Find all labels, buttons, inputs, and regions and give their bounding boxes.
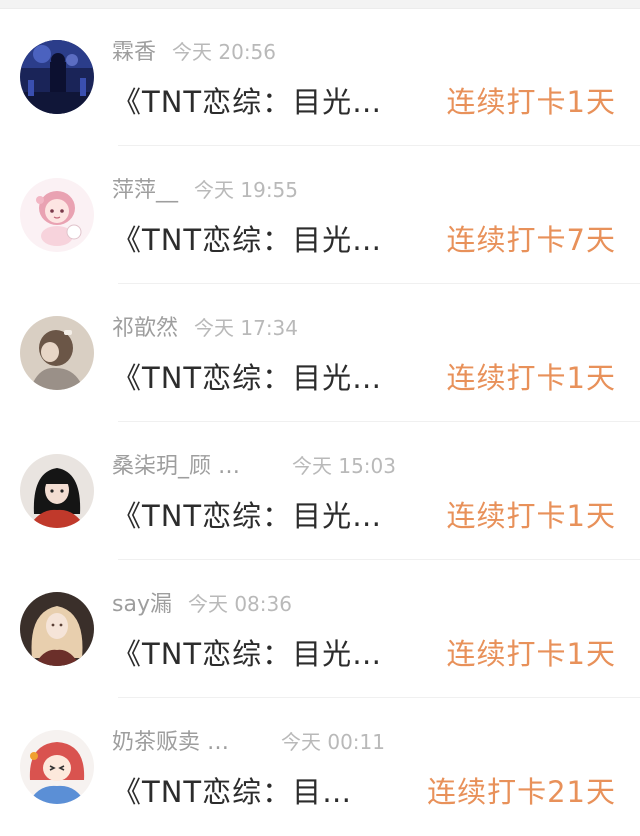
username[interactable]: 祁歆然 bbox=[112, 313, 178, 345]
topic-line: 《TNT恋综：目光… bbox=[112, 494, 382, 538]
username[interactable]: say漏 bbox=[112, 589, 172, 621]
streak-badge: 连续打卡1天 bbox=[446, 85, 616, 119]
username[interactable]: 桑柒玥_顾 … bbox=[112, 451, 240, 483]
streak-badge: 连续打卡7天 bbox=[446, 223, 616, 257]
feed-item[interactable]: 奶茶贩卖 … 今天 00:11 《TNT恋综：目… 连续打卡21天 bbox=[0, 698, 640, 836]
topic-line: 《TNT恋综：目光… bbox=[112, 632, 382, 676]
streak-badge: 连续打卡21天 bbox=[427, 775, 616, 809]
feed-item[interactable]: 桑柒玥_顾 … 今天 15:03 《TNT恋综：目光… 连续打卡1天 bbox=[0, 422, 640, 560]
meta-line: 祁歆然 今天 17:34 bbox=[112, 312, 298, 344]
topic-link[interactable]: 《TNT恋综：目光… bbox=[112, 80, 382, 124]
avatar-girl-blonde-curly-icon[interactable] bbox=[20, 592, 94, 666]
topic-link[interactable]: 《TNT恋综：目光… bbox=[112, 218, 382, 262]
topic-link[interactable]: 《TNT恋综：目光… bbox=[112, 494, 382, 538]
username[interactable]: 霖香 bbox=[112, 37, 156, 69]
topic-line: 《TNT恋综：目… bbox=[112, 770, 352, 814]
meta-line: say漏 今天 08:36 bbox=[112, 588, 292, 620]
avatar-girl-back-hairclip-icon[interactable] bbox=[20, 316, 94, 390]
username[interactable]: 萍萍__ bbox=[112, 175, 178, 207]
avatar-girl-black-hair-icon[interactable] bbox=[20, 454, 94, 528]
post-time: 今天 00:11 bbox=[281, 730, 385, 754]
streak-badge: 连续打卡1天 bbox=[446, 499, 616, 533]
topic-line: 《TNT恋综：目光… bbox=[112, 218, 382, 262]
post-time: 今天 20:56 bbox=[172, 40, 277, 64]
meta-line: 霖香 今天 20:56 bbox=[112, 36, 276, 68]
feed-item[interactable]: 祁歆然 今天 17:34 《TNT恋综：目光… 连续打卡1天 bbox=[0, 284, 640, 422]
checkin-feed: 霖香 今天 20:56 《TNT恋综：目光… 连续打卡1天 萍萍__ 今天 19:5… bbox=[0, 8, 640, 836]
streak-badge: 连续打卡1天 bbox=[446, 361, 616, 395]
topic-link[interactable]: 《TNT恋综：目光… bbox=[112, 632, 382, 676]
topic-line: 《TNT恋综：目光… bbox=[112, 356, 382, 400]
feed-item[interactable]: say漏 今天 08:36 《TNT恋综：目光… 连续打卡1天 bbox=[0, 560, 640, 698]
avatar-anime-redhair-icon[interactable] bbox=[20, 730, 94, 804]
post-time: 今天 19:55 bbox=[194, 178, 299, 202]
meta-line: 桑柒玥_顾 … 今天 15:03 bbox=[112, 450, 396, 482]
post-time: 今天 17:34 bbox=[194, 316, 299, 340]
streak-badge: 连续打卡1天 bbox=[446, 637, 616, 671]
post-time: 今天 08:36 bbox=[187, 592, 292, 616]
avatar-dark-concert-icon[interactable] bbox=[20, 40, 94, 114]
avatar-anime-pink-girl-icon[interactable] bbox=[20, 178, 94, 252]
username[interactable]: 奶茶贩卖 … bbox=[112, 727, 229, 759]
feed-item[interactable]: 霖香 今天 20:56 《TNT恋综：目光… 连续打卡1天 bbox=[0, 8, 640, 146]
meta-line: 萍萍__ 今天 19:55 bbox=[112, 174, 298, 206]
meta-line: 奶茶贩卖 … 今天 00:11 bbox=[112, 726, 385, 758]
post-time: 今天 15:03 bbox=[292, 454, 396, 478]
topic-link[interactable]: 《TNT恋综：目光… bbox=[112, 356, 382, 400]
topic-line: 《TNT恋综：目光… bbox=[112, 80, 382, 124]
feed-item[interactable]: 萍萍__ 今天 19:55 《TNT恋综：目光… 连续打卡7天 bbox=[0, 146, 640, 284]
topic-link[interactable]: 《TNT恋综：目… bbox=[112, 770, 352, 814]
